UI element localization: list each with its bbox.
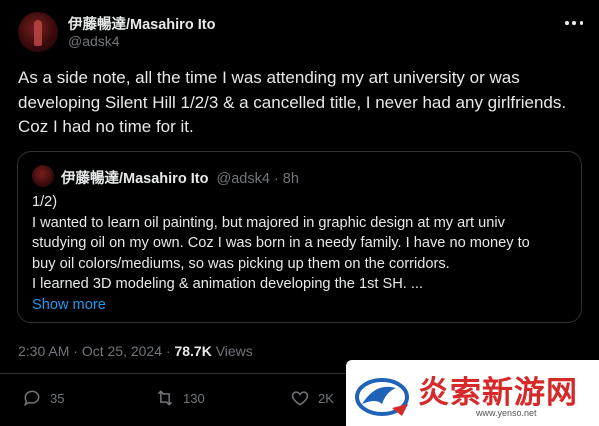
reply-count: 35 [50, 390, 65, 406]
views-count: 78.7K [174, 343, 212, 359]
meta-separator: · [162, 343, 175, 359]
watermark-url: www.yenso.net [476, 408, 537, 418]
tweet-text-line: As a side note, all the time I was atten… [18, 68, 520, 87]
show-more-link[interactable]: Show more [32, 295, 572, 316]
quote-author-name: 伊藤暢達/Masahiro Ito [61, 171, 209, 187]
watermark: 炎索新游网 www.yenso.net [346, 360, 599, 426]
tweet-text: As a side note, all the time I was atten… [18, 66, 593, 140]
quote-text-line: I wanted to learn oil painting, but majo… [32, 214, 505, 231]
more-options-icon[interactable] [565, 14, 583, 32]
quote-meta: @adsk4 · 8h [212, 171, 299, 187]
quote-header: 伊藤暢達/Masahiro Ito @adsk4 · 8h [61, 167, 299, 188]
tweet-text-line: Coz I had no time for it. [18, 117, 194, 136]
avatar[interactable] [18, 12, 58, 52]
watermark-logo-icon [355, 378, 409, 416]
heart-icon [291, 391, 309, 406]
watermark-text: 炎索新游网 [418, 375, 578, 411]
quote-text-line: studying oil on my own. Coz I was born i… [32, 235, 530, 251]
repost-count: 130 [183, 390, 205, 406]
quote-text: 1/2) I wanted to learn oil painting, but… [32, 192, 572, 315]
quote-text-line: 1/2) [32, 194, 58, 210]
tweet-time[interactable]: 2:30 AM [18, 343, 69, 359]
tweet-meta: 2:30 AM · Oct 25, 2024 · 78.7K Views [18, 343, 253, 359]
reply-icon [24, 390, 40, 407]
quoted-tweet[interactable]: 伊藤暢達/Masahiro Ito @adsk4 · 8h 1/2) I wan… [17, 151, 582, 323]
like-count: 2K [318, 390, 334, 406]
quote-text-line: buy oil colors/mediums, so was picking u… [32, 255, 450, 272]
repost-button[interactable]: 130 [155, 388, 205, 408]
repost-icon [157, 390, 173, 406]
tweet-text-line: developing Silent Hill 1/2/3 & a cancell… [18, 92, 567, 112]
quote-avatar [32, 165, 54, 187]
quote-handle-time: @adsk4 · 8h [216, 171, 299, 187]
reply-button[interactable]: 35 [22, 388, 64, 408]
author-handle[interactable]: @adsk4 [68, 33, 120, 49]
like-button[interactable]: 2K [290, 388, 334, 408]
views-label: Views [211, 343, 253, 359]
tweet-date[interactable]: Oct 25, 2024 [82, 343, 162, 359]
meta-separator: · [69, 343, 82, 359]
tweet: 伊藤暢達/Masahiro Ito @adsk4 As a side note,… [0, 0, 599, 426]
author-name[interactable]: 伊藤暢達/Masahiro Ito [68, 13, 215, 34]
quote-text-line: I learned 3D modeling & animation develo… [32, 276, 424, 292]
